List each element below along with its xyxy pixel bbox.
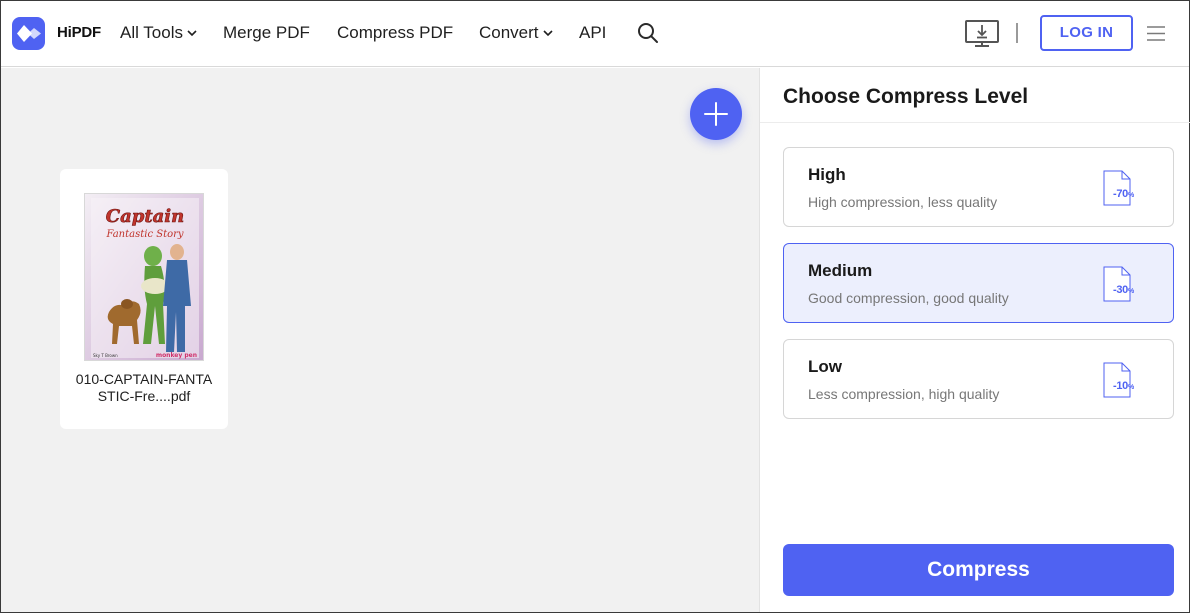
file-thumbnail: Captain Fantastic Story Sky T Brown monk… [84, 193, 204, 361]
thumb-title: Captain [106, 206, 184, 227]
level-description: High compression, less quality [808, 194, 998, 210]
chevron-down-icon [542, 30, 553, 37]
level-percent-value: -70 [1113, 188, 1128, 200]
nav-compress-pdf[interactable]: Compress PDF [337, 23, 453, 43]
compress-settings-panel: Choose Compress Level High High compress… [759, 68, 1190, 612]
level-name: High [808, 165, 846, 184]
search-icon[interactable] [637, 22, 659, 44]
add-file-button[interactable] [690, 88, 742, 140]
brand-name[interactable]: HiPDF [57, 24, 101, 41]
top-header: HiPDF All Tools Merge PDF Compress PDF C… [1, 1, 1189, 67]
panel-title: Choose Compress Level [783, 85, 1029, 108]
hipdf-logo-icon[interactable] [12, 17, 45, 50]
file-workspace: Captain Fantastic Story Sky T Brown monk… [1, 68, 759, 612]
level-percent-unit: % [1128, 192, 1134, 199]
level-percent: -70% [1113, 188, 1134, 200]
panel-divider [760, 122, 1190, 123]
level-name: Low [808, 357, 842, 376]
desktop-download-icon[interactable] [965, 20, 999, 48]
nav-merge-pdf[interactable]: Merge PDF [223, 23, 310, 43]
thumb-publisher: monkey pen [156, 352, 197, 359]
file-card[interactable]: Captain Fantastic Story Sky T Brown monk… [60, 169, 228, 429]
nav-api[interactable]: API [579, 23, 606, 43]
nav-convert[interactable]: Convert [479, 23, 553, 43]
header-divider [1016, 23, 1018, 43]
level-percent-unit: % [1128, 384, 1134, 391]
nav-all-tools-label: All Tools [120, 23, 183, 42]
level-name: Medium [808, 261, 873, 280]
nav-api-label: API [579, 23, 607, 42]
compress-level-low[interactable]: Low Less compression, high quality -10% [783, 339, 1174, 419]
level-percent: -10% [1113, 380, 1134, 392]
chevron-down-icon [187, 30, 197, 37]
nav-merge-pdf-label: Merge PDF [223, 23, 310, 42]
compress-level-high[interactable]: High High compression, less quality -70% [783, 147, 1174, 227]
file-name: 010-CAPTAIN-FANTASTIC-Fre....pdf [75, 371, 213, 404]
hamburger-menu-icon[interactable] [1147, 26, 1165, 41]
compress-button[interactable]: Compress [783, 544, 1174, 596]
thumb-subtitle: Fantastic Story [105, 229, 183, 240]
level-percent-value: -30 [1113, 284, 1128, 296]
level-percent: -30% [1113, 284, 1134, 296]
level-percent-value: -10 [1113, 380, 1128, 392]
nav-all-tools[interactable]: All Tools [120, 23, 197, 43]
level-percent-unit: % [1128, 288, 1134, 295]
compress-level-medium[interactable]: Medium Good compression, good quality -3… [783, 243, 1174, 323]
nav-convert-label: Convert [479, 23, 539, 42]
thumb-author: Sky T Brown [93, 353, 118, 358]
login-button[interactable]: LOG IN [1040, 15, 1133, 51]
level-description: Good compression, good quality [808, 290, 1009, 306]
nav-compress-pdf-label: Compress PDF [337, 23, 454, 42]
level-description: Less compression, high quality [808, 386, 1000, 402]
